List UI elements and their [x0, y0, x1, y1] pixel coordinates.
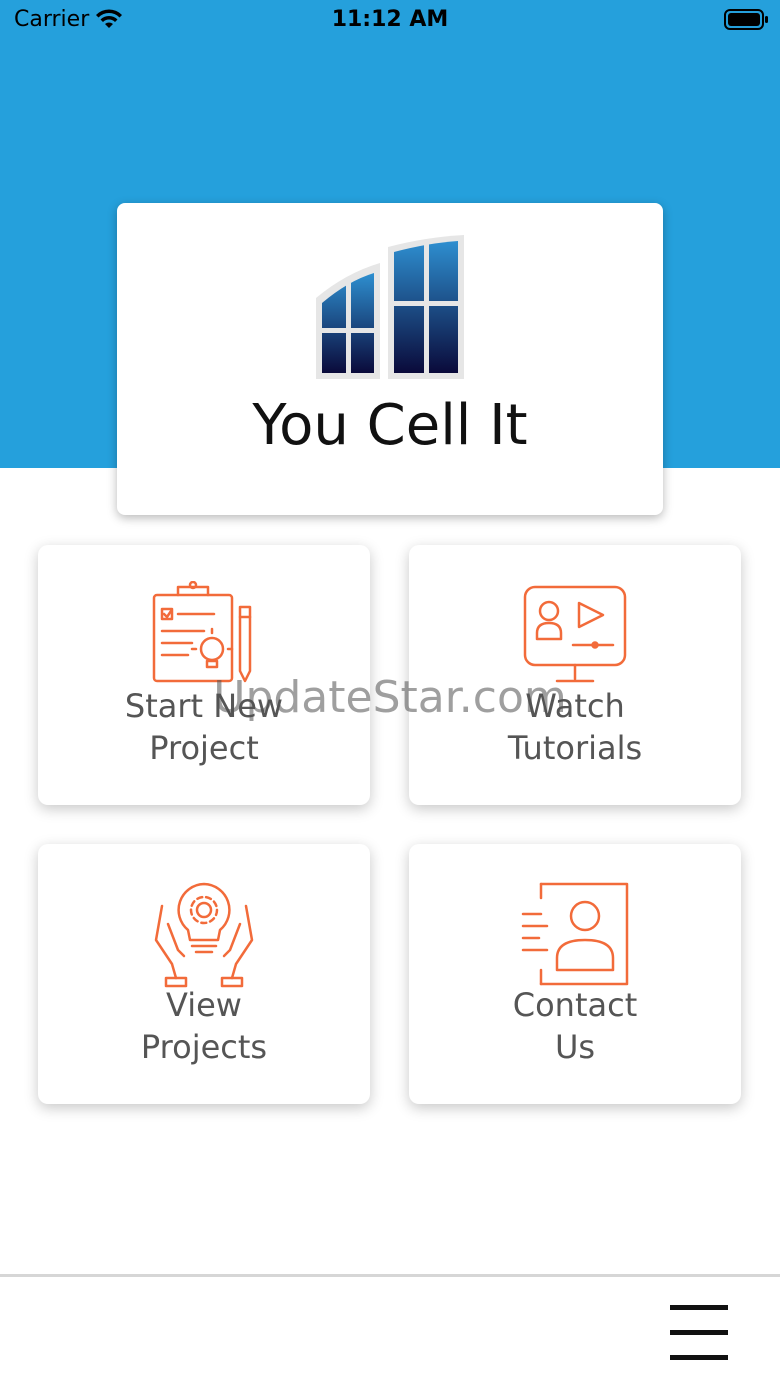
- app-title: You Cell It: [252, 393, 528, 458]
- tile-label: Watch Tutorials: [507, 687, 643, 767]
- tile-label: Start New Project: [124, 687, 284, 767]
- status-time: 11:12 AM: [331, 7, 449, 32]
- tile-label: View Projects: [140, 986, 268, 1066]
- status-bar: Carrier 11:12 AM: [0, 0, 780, 40]
- battery-icon: [724, 9, 768, 30]
- contact-us-tile[interactable]: Contact Us: [409, 844, 741, 1104]
- window-logo-icon: [316, 235, 464, 379]
- start-new-project-tile[interactable]: Start New Project: [38, 545, 370, 805]
- contact-card-icon: [521, 882, 629, 986]
- view-projects-tile[interactable]: View Projects: [38, 844, 370, 1104]
- hands-lightbulb-gear-icon: [154, 882, 254, 988]
- bottom-bar: [0, 1274, 780, 1387]
- tile-label: Contact Us: [512, 986, 638, 1066]
- logo-card: You Cell It: [117, 203, 663, 515]
- video-tutorial-icon: [523, 585, 627, 683]
- clipboard-idea-icon: [152, 581, 252, 683]
- hamburger-menu-icon[interactable]: [664, 1301, 734, 1365]
- watch-tutorials-tile[interactable]: Watch Tutorials: [409, 545, 741, 805]
